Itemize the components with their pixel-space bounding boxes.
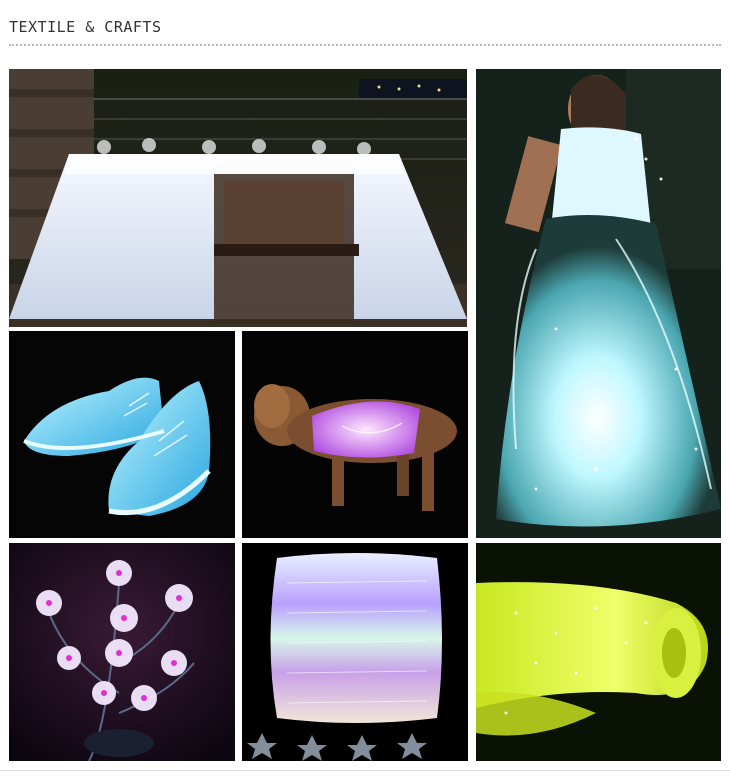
gallery-image-pillow[interactable] <box>242 543 468 761</box>
luminous-sneakers-photo <box>9 331 235 538</box>
luminous-dog-vest-photo <box>242 331 468 538</box>
gallery-image-wedding-dress[interactable] <box>476 69 721 538</box>
section-title: TEXTILE & CRAFTS <box>9 18 162 36</box>
luminous-tablecloth-photo <box>9 69 467 327</box>
gallery-image-tablecloth[interactable] <box>9 69 467 327</box>
bottom-border <box>0 770 730 771</box>
gallery-image-dog-vest[interactable] <box>242 331 468 538</box>
luminous-flower-lamp-photo <box>9 543 235 761</box>
gallery-image-sneakers[interactable] <box>9 331 235 538</box>
luminous-fabric-roll-photo <box>476 543 721 761</box>
luminous-pillow-photo <box>242 543 468 761</box>
gallery-image-flower-lamp[interactable] <box>9 543 235 761</box>
luminous-wedding-dress-photo <box>476 69 721 538</box>
gallery-image-fabric-roll[interactable] <box>476 543 721 761</box>
dotted-divider <box>9 44 721 46</box>
